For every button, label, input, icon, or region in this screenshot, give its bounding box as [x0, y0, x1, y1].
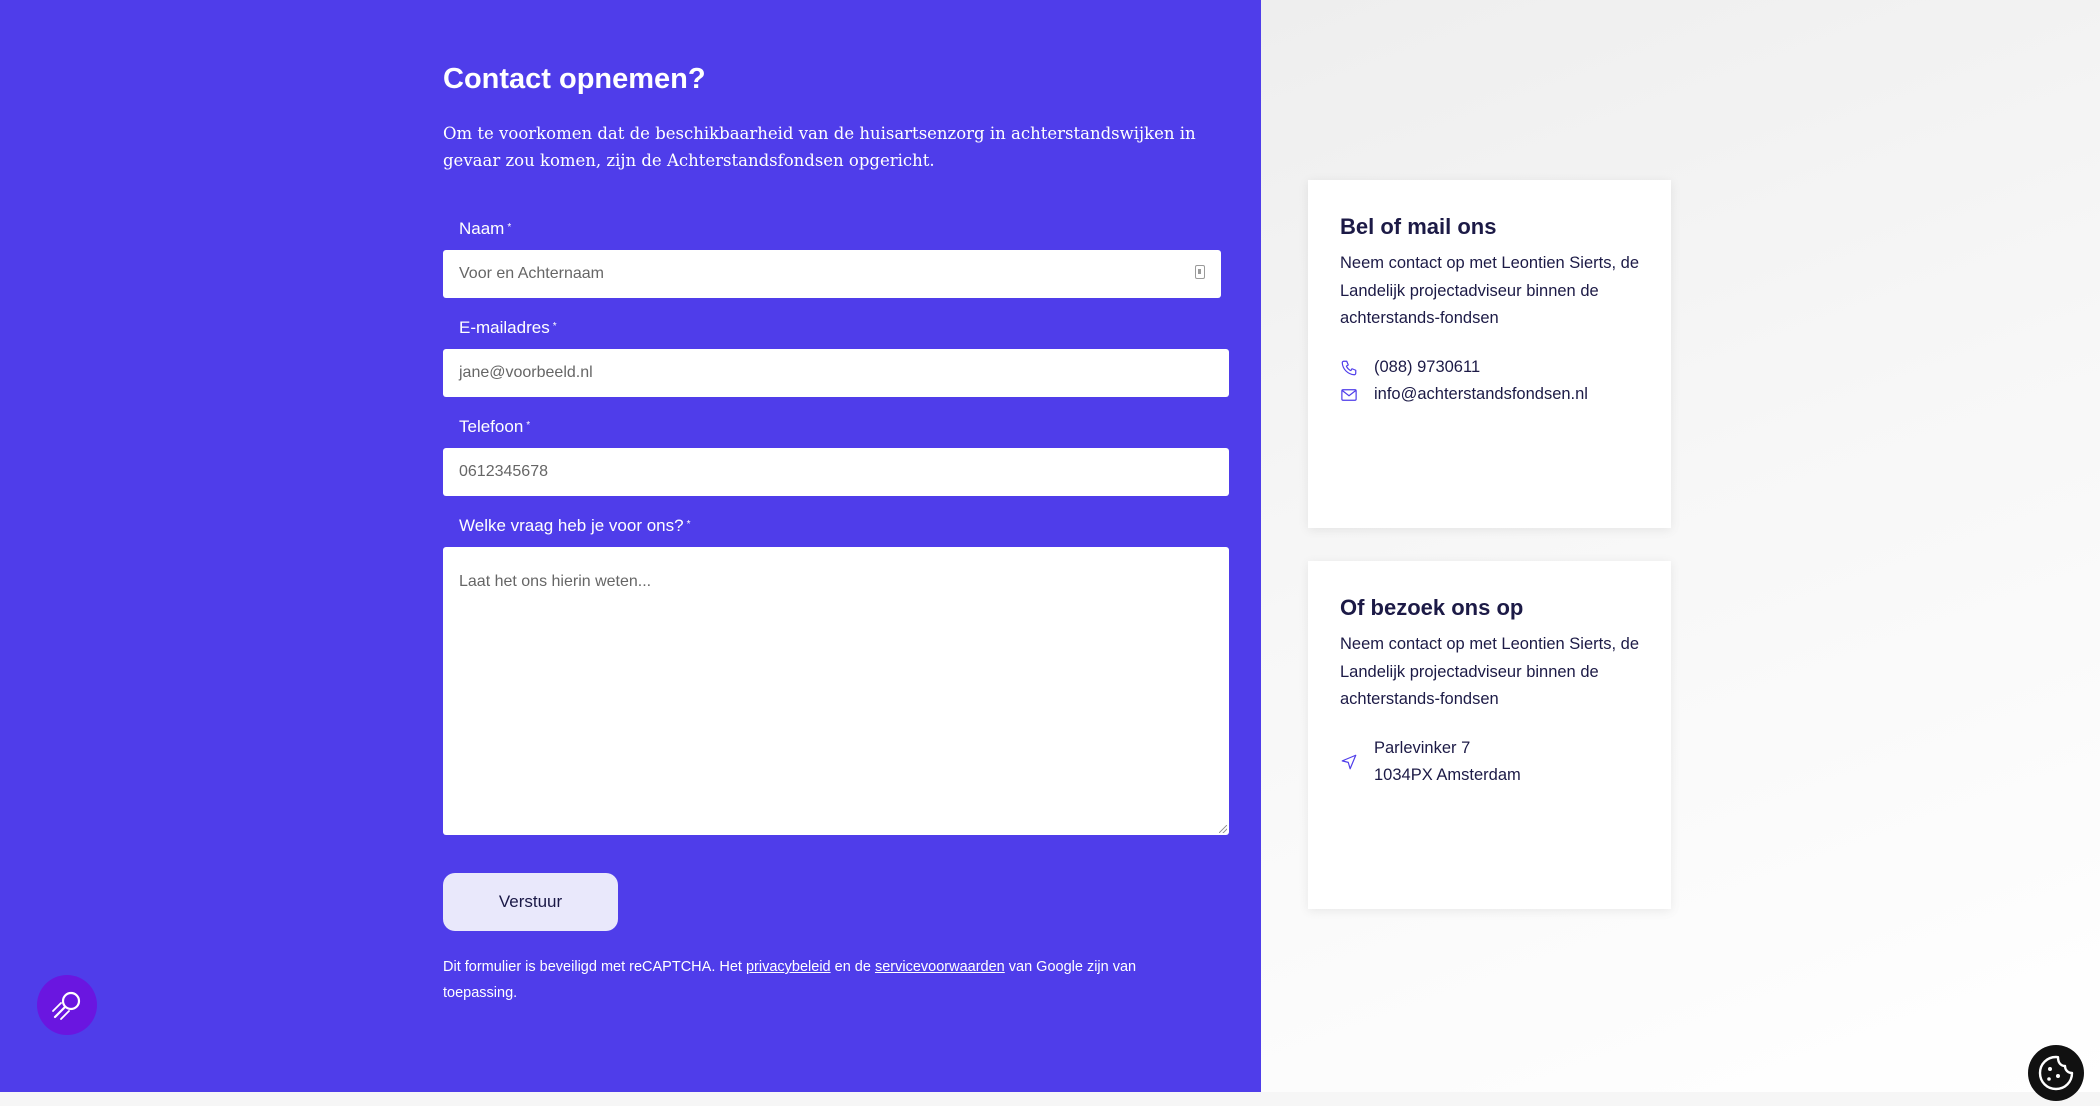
required-marker: * [507, 222, 512, 233]
autofill-key-icon[interactable] [1195, 265, 1205, 279]
magic-search-icon [52, 991, 81, 1020]
phone-number: (088) 9730611 [1374, 358, 1481, 376]
required-marker: * [526, 420, 531, 431]
card-text: Neem contact op met Leontien Sierts, de … [1340, 254, 1639, 327]
magic-search-button[interactable] [37, 975, 97, 1035]
email-placeholder: jane@voorbeeld.nl [459, 364, 593, 381]
phone-label-text: Telefoon [459, 417, 524, 436]
submit-button[interactable]: Verstuur [443, 873, 618, 931]
call-or-mail-card: Bel of mail ons Neem contact op met Leon… [1308, 180, 1671, 528]
phone-label: Telefoon * [459, 415, 530, 438]
card-text: Neem contact op met Leontien Sierts, de … [1340, 635, 1639, 708]
form-fields: Naam * Voor en Achternaam E-mailadres * ja… [443, 210, 1233, 1010]
email-address: info@achterstandsfondsen.nl [1374, 385, 1588, 403]
recaptcha-notice: Dit formulier is beveiligd met reCAPTCHA… [443, 954, 1203, 1006]
name-input[interactable]: Voor en Achternaam [443, 250, 1221, 298]
email-field[interactable]: jane@voorbeeld.nl [443, 349, 1229, 397]
legal-text: en de [830, 959, 875, 975]
name-label: Naam * [459, 217, 511, 240]
required-marker: * [552, 321, 557, 332]
cookie-icon [2038, 1055, 2074, 1091]
resize-handle-icon[interactable] [1219, 825, 1227, 833]
form-intro: Om te voorkomen dat de beschikbaarheid v… [443, 124, 1196, 170]
location-arrow-icon [1341, 754, 1357, 770]
cookie-settings-button[interactable] [2028, 1045, 2084, 1101]
mail-icon [1341, 389, 1357, 401]
email-label-text: E-mailadres [459, 318, 550, 337]
name-placeholder: Voor en Achternaam [459, 265, 604, 282]
question-label: Welke vraag heb je voor ons? * [459, 514, 691, 537]
card-title: Bel of mail ons [1340, 214, 1497, 239]
name-label-text: Naam [459, 219, 505, 238]
phone-icon [1341, 360, 1357, 376]
question-label-text: Welke vraag heb je voor ons? [459, 516, 684, 535]
privacy-policy-link[interactable]: privacybeleid [746, 959, 831, 975]
card-title: Of bezoek ons op [1340, 595, 1524, 620]
legal-text: Dit formulier is beveiligd met reCAPTCHA… [443, 959, 746, 975]
form-title: Contact opnemen? [443, 63, 706, 95]
question-textarea[interactable]: Laat het ons hierin weten... [443, 547, 1229, 835]
address-line-2: 1034PX Amsterdam [1374, 766, 1521, 784]
contact-info-panel [1261, 0, 2100, 1092]
phone-placeholder: 0612345678 [459, 463, 548, 480]
question-placeholder: Laat het ons hierin weten... [459, 573, 652, 590]
terms-of-service-link[interactable]: servicevoorwaarden [875, 959, 1005, 975]
required-marker: * [686, 519, 691, 530]
visit-us-card: Of bezoek ons op Neem contact op met Leo… [1308, 561, 1671, 909]
email-label: E-mailadres * [459, 316, 557, 339]
phone-field[interactable]: 0612345678 [443, 448, 1229, 496]
address-line-1: Parlevinker 7 [1374, 739, 1471, 757]
contact-form: Contact opnemen? Om te voorkomen dat de … [443, 60, 1230, 174]
